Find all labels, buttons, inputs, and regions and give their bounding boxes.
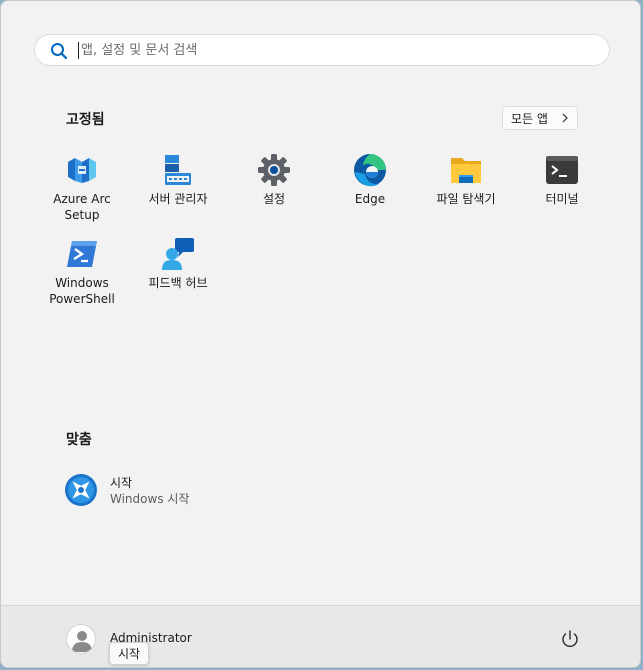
pinned-app-edge[interactable]: Edge bbox=[322, 153, 418, 207]
app-label: 피드백 허브 bbox=[148, 276, 208, 290]
pinned-app-windows-powershell[interactable]: Windows PowerShell bbox=[34, 237, 130, 307]
chevron-right-icon bbox=[562, 113, 568, 123]
pinned-section-title: 고정됨 bbox=[66, 112, 105, 128]
app-label: 파일 탐색기 bbox=[436, 192, 496, 206]
pinned-app-file-explorer[interactable]: 파일 탐색기 bbox=[418, 153, 514, 207]
user-avatar-icon bbox=[72, 631, 92, 652]
edge-icon bbox=[354, 154, 386, 187]
tooltip: 시작 bbox=[109, 642, 150, 665]
powershell-icon bbox=[67, 241, 97, 267]
text-caret bbox=[78, 42, 79, 59]
app-label-line: Windows bbox=[55, 276, 109, 290]
pinned-app-azure-arc-setup[interactable]: Azure Arc Setup bbox=[34, 153, 130, 223]
recommended-item-subtitle: Windows 시작 bbox=[110, 492, 190, 506]
app-label: 설정 bbox=[262, 192, 286, 206]
server-manager-icon bbox=[165, 155, 191, 185]
settings-gear-icon bbox=[258, 154, 290, 186]
power-icon[interactable] bbox=[559, 628, 581, 650]
app-label: 터미널 bbox=[545, 192, 579, 206]
azure-arc-icon bbox=[68, 158, 96, 183]
all-apps-label: 모든 앱 bbox=[511, 111, 548, 126]
user-avatar[interactable] bbox=[66, 624, 96, 654]
search-box[interactable] bbox=[34, 34, 610, 66]
recommended-item-title: 시작 bbox=[110, 476, 133, 490]
search-icon bbox=[51, 43, 68, 60]
all-apps-button[interactable]: 모든 앱 bbox=[502, 106, 578, 130]
pinned-app-server-manager[interactable]: 서버 관리자 bbox=[130, 153, 226, 207]
pinned-app-feedback-hub[interactable]: 피드백 허브 bbox=[130, 237, 226, 291]
recommended-item-get-started[interactable]: 시작 Windows 시작 bbox=[64, 471, 264, 511]
app-label: Edge bbox=[354, 192, 386, 206]
get-started-icon bbox=[65, 474, 97, 506]
recommended-section-title: 맞춤 bbox=[66, 432, 92, 448]
app-label: Windows PowerShell bbox=[34, 275, 130, 307]
start-menu: 고정됨 모든 앱 Azure Arc Setup 서버 관리자 bbox=[0, 0, 641, 668]
pinned-app-terminal[interactable]: 터미널 bbox=[514, 153, 610, 207]
folder-icon bbox=[451, 158, 481, 183]
feedback-hub-icon bbox=[162, 238, 194, 270]
pinned-app-settings[interactable]: 설정 bbox=[226, 153, 322, 207]
terminal-icon bbox=[546, 156, 578, 184]
app-label-line: PowerShell bbox=[49, 292, 115, 306]
search-input[interactable] bbox=[81, 39, 581, 61]
start-menu-footer: Administrator bbox=[1, 605, 640, 667]
app-label: 서버 관리자 bbox=[148, 192, 208, 206]
app-label: Azure Arc Setup bbox=[53, 192, 111, 222]
